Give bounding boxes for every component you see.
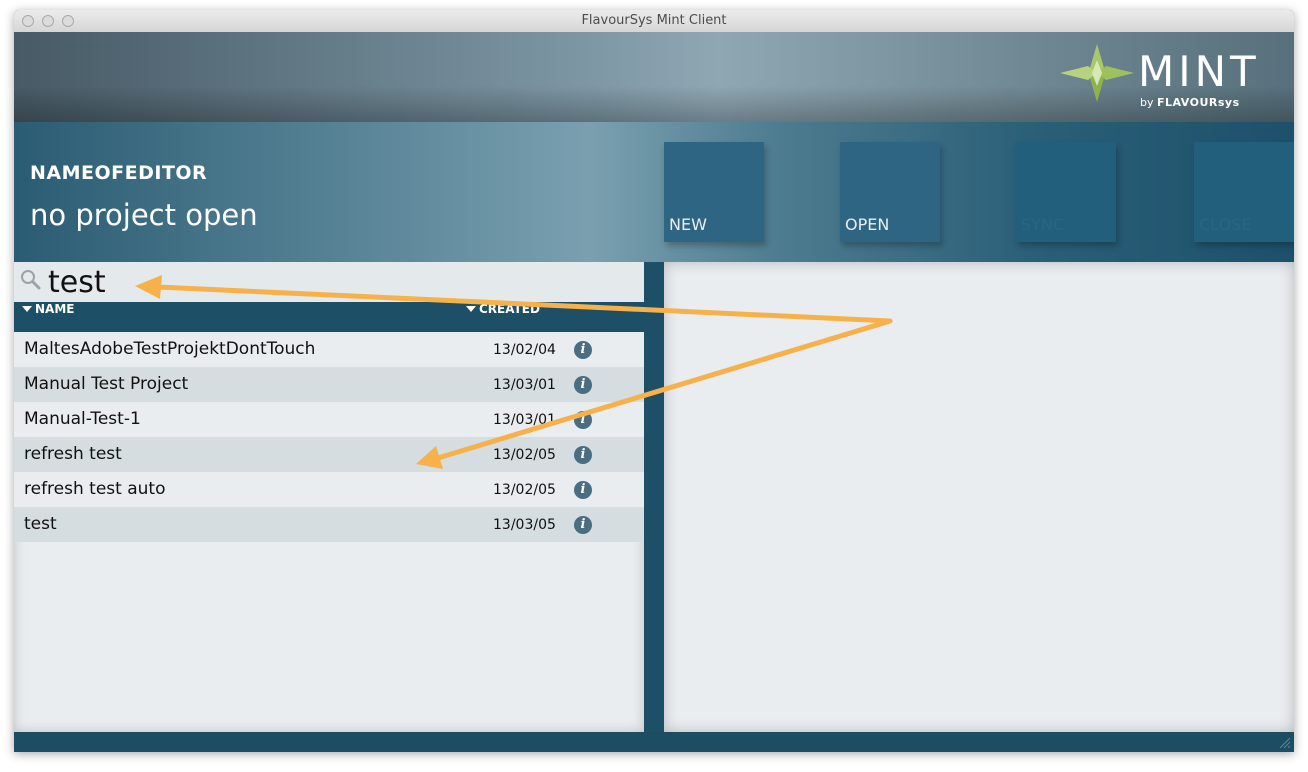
status-bar: [14, 732, 1294, 752]
close-button-label: CLOSE: [1199, 215, 1252, 234]
info-icon[interactable]: i: [574, 376, 592, 394]
list-item[interactable]: Manual-Test-1 13/03/01 i: [14, 402, 644, 437]
list-item[interactable]: refresh test 13/02/05 i: [14, 437, 644, 472]
sort-down-icon: [466, 306, 476, 312]
list-item[interactable]: Manual Test Project 13/03/01 i: [14, 367, 644, 402]
new-button-label: NEW: [669, 215, 707, 234]
info-icon[interactable]: i: [574, 516, 592, 534]
project-list: MaltesAdobeTestProjektDontTouch 13/02/04…: [14, 332, 644, 732]
project-status: no project open: [30, 198, 258, 232]
list-item[interactable]: MaltesAdobeTestProjektDontTouch 13/02/04…: [14, 332, 644, 367]
info-icon[interactable]: i: [574, 481, 592, 499]
mint-logo-icon: [1060, 44, 1134, 102]
name-column-label: NAME: [35, 302, 75, 316]
window-title: FlavourSys Mint Client: [581, 13, 727, 28]
project-name: refresh test auto: [24, 479, 166, 499]
project-created: 13/02/04: [493, 342, 556, 358]
project-created: 13/03/01: [493, 377, 556, 393]
close-button[interactable]: CLOSE: [1194, 142, 1294, 242]
sort-down-icon: [22, 306, 32, 312]
list-item[interactable]: refresh test auto 13/02/05 i: [14, 472, 644, 507]
project-name: Manual-Test-1: [24, 409, 141, 429]
created-column-header[interactable]: CREATED: [466, 302, 540, 332]
info-icon[interactable]: i: [574, 341, 592, 359]
project-created: 13/02/05: [493, 447, 556, 463]
sync-button-label: SYNC: [1021, 215, 1065, 234]
project-name: refresh test: [24, 444, 122, 464]
open-button-label: OPEN: [845, 215, 890, 234]
project-created: 13/02/05: [493, 482, 556, 498]
editor-name: NAMEOFEDITOR: [30, 162, 208, 184]
name-column-header[interactable]: NAME: [22, 302, 74, 332]
project-detail-panel: [664, 262, 1294, 732]
logo-text: MINT: [1138, 47, 1260, 96]
project-name: MaltesAdobeTestProjektDontTouch: [24, 339, 316, 359]
logo-company: FLAVOURsys: [1157, 96, 1240, 109]
created-column-label: CREATED: [479, 302, 540, 316]
search-bar: [14, 262, 644, 302]
app-window: FlavourSys Mint Client MINT by FLAVOURsy…: [14, 10, 1294, 752]
list-item[interactable]: test 13/03/05 i: [14, 507, 644, 542]
project-name: Manual Test Project: [24, 374, 189, 394]
project-name: test: [24, 514, 57, 534]
title-bar: FlavourSys Mint Client: [14, 10, 1294, 33]
info-icon[interactable]: i: [574, 411, 592, 429]
logo-byline: by FLAVOURsys: [1140, 96, 1240, 109]
logo-by: by: [1140, 96, 1154, 109]
search-input[interactable]: [48, 264, 628, 300]
info-icon[interactable]: i: [574, 446, 592, 464]
new-button[interactable]: NEW: [664, 142, 764, 242]
sync-button[interactable]: SYNC: [1016, 142, 1116, 242]
open-button[interactable]: OPEN: [840, 142, 940, 242]
resize-grip-icon[interactable]: [1278, 736, 1290, 748]
project-created: 13/03/01: [493, 412, 556, 428]
search-icon: [21, 270, 41, 290]
project-created: 13/03/05: [493, 517, 556, 533]
